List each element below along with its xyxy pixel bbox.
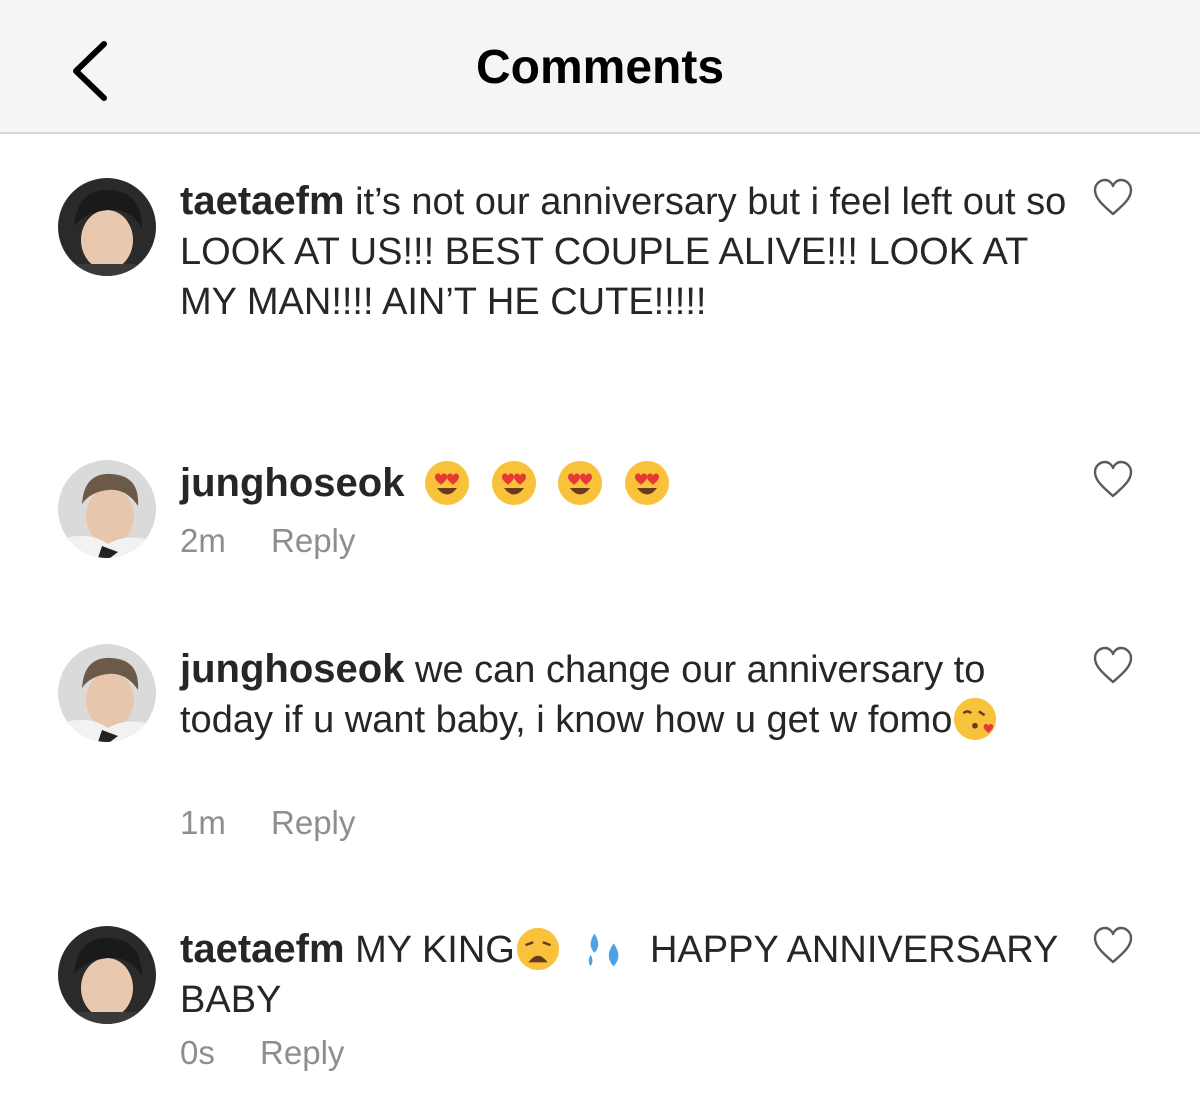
like-button[interactable] [1092, 178, 1134, 218]
comment-username[interactable]: junghoseok [180, 647, 404, 691]
comment-body: taetaefm MY KING HAPPY ANNIVERSARY BABY [180, 924, 1080, 1025]
heart-icon [1093, 178, 1133, 216]
heart-eyes-emoji [491, 460, 536, 505]
comment-meta: 0s Reply [180, 1034, 344, 1072]
avatar[interactable] [58, 178, 156, 276]
comment-body: taetaefm it’s not our anniversary but i … [180, 176, 1080, 327]
reply-button[interactable]: Reply [260, 1034, 344, 1071]
comment-timestamp: 0s [180, 1034, 215, 1071]
heart-icon [1093, 926, 1133, 964]
like-button[interactable] [1092, 460, 1134, 500]
avatar[interactable] [58, 926, 156, 1024]
comment-item: junghoseok we can change our anniversary… [0, 644, 1200, 854]
comment-username[interactable]: taetaefm [180, 927, 345, 971]
heart-icon [1093, 460, 1133, 498]
comment-timestamp: 2m [180, 522, 226, 559]
avatar[interactable] [58, 460, 156, 558]
heart-eyes-emoji [425, 460, 470, 505]
comment-username[interactable]: taetaefm [180, 179, 345, 223]
sweat-droplets-emoji [589, 933, 619, 967]
page-title: Comments [475, 41, 725, 94]
comment-meta: 1m Reply [180, 804, 355, 842]
like-button[interactable] [1092, 646, 1134, 686]
top-bar: Comments [0, 0, 1200, 134]
comment-meta: 2m Reply [180, 522, 355, 560]
heart-icon [1093, 646, 1133, 684]
comment-timestamp: 1m [180, 804, 226, 841]
comment-body: junghoseok [180, 458, 1080, 509]
like-button[interactable] [1092, 926, 1134, 966]
reply-button[interactable]: Reply [271, 522, 355, 559]
comment-username[interactable]: junghoseok [180, 461, 404, 505]
weary-face-emoji [516, 927, 559, 971]
avatar[interactable] [58, 644, 156, 742]
comment-item: junghoseok 2m Reply [0, 458, 1200, 568]
heart-eyes-emoji [624, 460, 669, 505]
reply-button[interactable]: Reply [271, 804, 355, 841]
emoji-group [423, 460, 671, 505]
comment-item: taetaefm it’s not our anniversary but i … [0, 176, 1200, 376]
heart-eyes-emoji [558, 460, 603, 505]
comment-body: junghoseok we can change our anniversary… [180, 644, 1080, 745]
comment-item: taetaefm MY KING HAPPY ANNIVERSARY BABY … [0, 924, 1200, 1084]
kissing-heart-emoji [954, 697, 997, 741]
comment-text: MY KING [355, 929, 515, 971]
